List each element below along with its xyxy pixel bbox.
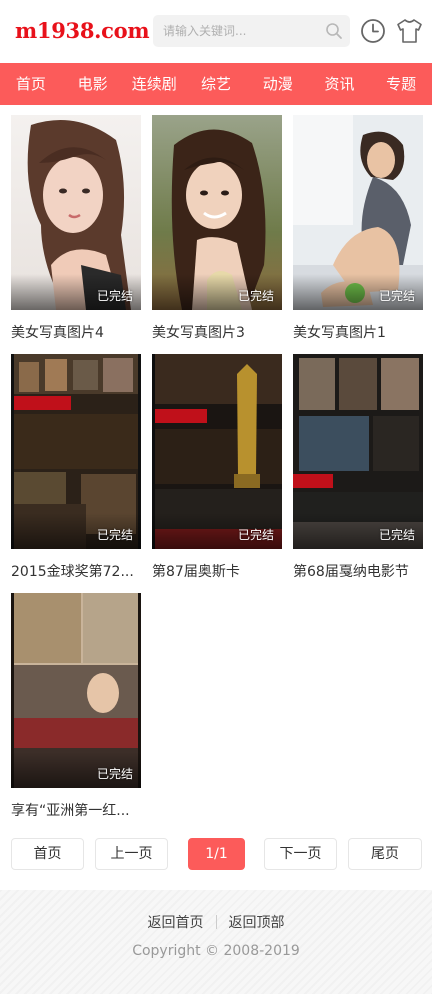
video-card[interactable]: 已完结 美女写真图片4	[11, 115, 141, 342]
page-prev-button[interactable]: 上一页	[95, 838, 168, 870]
video-thumbnail[interactable]: 已完结	[293, 354, 423, 549]
header: m1938.com	[0, 0, 432, 64]
search-input[interactable]	[163, 15, 323, 47]
page-first-button[interactable]: 首页	[11, 838, 84, 870]
history-icon[interactable]	[360, 18, 386, 44]
video-title[interactable]: 美女写真图片1	[293, 322, 423, 342]
nav-item-topics[interactable]: 专题	[370, 63, 432, 105]
nav-item-anime[interactable]: 动漫	[247, 63, 309, 105]
video-card[interactable]: 已完结 第87届奥斯卡	[152, 354, 282, 581]
status-badge: 已完结	[378, 289, 415, 303]
search-box[interactable]	[153, 15, 350, 47]
video-title[interactable]: 美女写真图片3	[152, 322, 282, 342]
video-title[interactable]: 美女写真图片4	[11, 322, 141, 342]
video-thumbnail[interactable]: 已完结	[11, 115, 141, 310]
footer-divider	[215, 915, 217, 929]
status-badge: 已完结	[237, 528, 274, 542]
status-badge: 已完结	[96, 528, 133, 542]
video-card[interactable]: 已完结 2015金球奖第72...	[11, 354, 141, 581]
nav-item-news[interactable]: 资讯	[309, 63, 371, 105]
shirt-icon[interactable]	[396, 18, 423, 44]
page-next-button[interactable]: 下一页	[264, 838, 337, 870]
video-card[interactable]: 已完结 美女写真图片1	[293, 115, 423, 342]
video-thumbnail[interactable]: 已完结	[11, 593, 141, 788]
nav-item-home[interactable]: 首页	[0, 63, 62, 105]
copyright-text: Copyright © 2008-2019	[132, 943, 300, 959]
video-title[interactable]: 第87届奥斯卡	[152, 561, 282, 581]
video-card[interactable]: 已完结 美女写真图片3	[152, 115, 282, 342]
footer: 返回首页 返回顶部 Copyright © 2008-2019	[0, 890, 432, 994]
video-title[interactable]: 2015金球奖第72...	[11, 561, 141, 581]
video-thumbnail[interactable]: 已完结	[152, 354, 282, 549]
nav-item-movies[interactable]: 电影	[62, 63, 124, 105]
status-badge: 已完结	[237, 289, 274, 303]
footer-links: 返回首页 返回顶部	[0, 912, 432, 932]
back-home-link[interactable]: 返回首页	[148, 912, 204, 932]
video-thumbnail[interactable]: 已完结	[152, 115, 282, 310]
video-thumbnail[interactable]: 已完结	[11, 354, 141, 549]
page-last-button[interactable]: 尾页	[348, 838, 422, 870]
status-badge: 已完结	[96, 289, 133, 303]
search-icon[interactable]	[325, 22, 343, 40]
back-top-link[interactable]: 返回顶部	[229, 912, 285, 932]
page-current[interactable]: 1/1	[188, 838, 245, 870]
nav-item-variety[interactable]: 综艺	[185, 63, 247, 105]
main-nav: 首页 电影 连续剧 综艺 动漫 资讯 专题	[0, 63, 432, 105]
video-title[interactable]: 享有“亚洲第一红...	[11, 800, 141, 820]
page: m1938.com 首页 电影 连续剧 综艺 动漫 资讯 专题	[0, 0, 432, 994]
pagination: 首页 上一页 1/1 下一页 尾页	[11, 838, 423, 870]
site-logo[interactable]: m1938.com	[15, 18, 150, 43]
video-card[interactable]: 已完结 享有“亚洲第一红...	[11, 593, 141, 820]
nav-item-series[interactable]: 连续剧	[123, 63, 185, 105]
status-badge: 已完结	[378, 528, 415, 542]
status-badge: 已完结	[96, 767, 133, 781]
video-title[interactable]: 第68届戛纳电影节	[293, 561, 423, 581]
video-thumbnail[interactable]: 已完结	[293, 115, 423, 310]
video-card[interactable]: 已完结 第68届戛纳电影节	[293, 354, 423, 581]
